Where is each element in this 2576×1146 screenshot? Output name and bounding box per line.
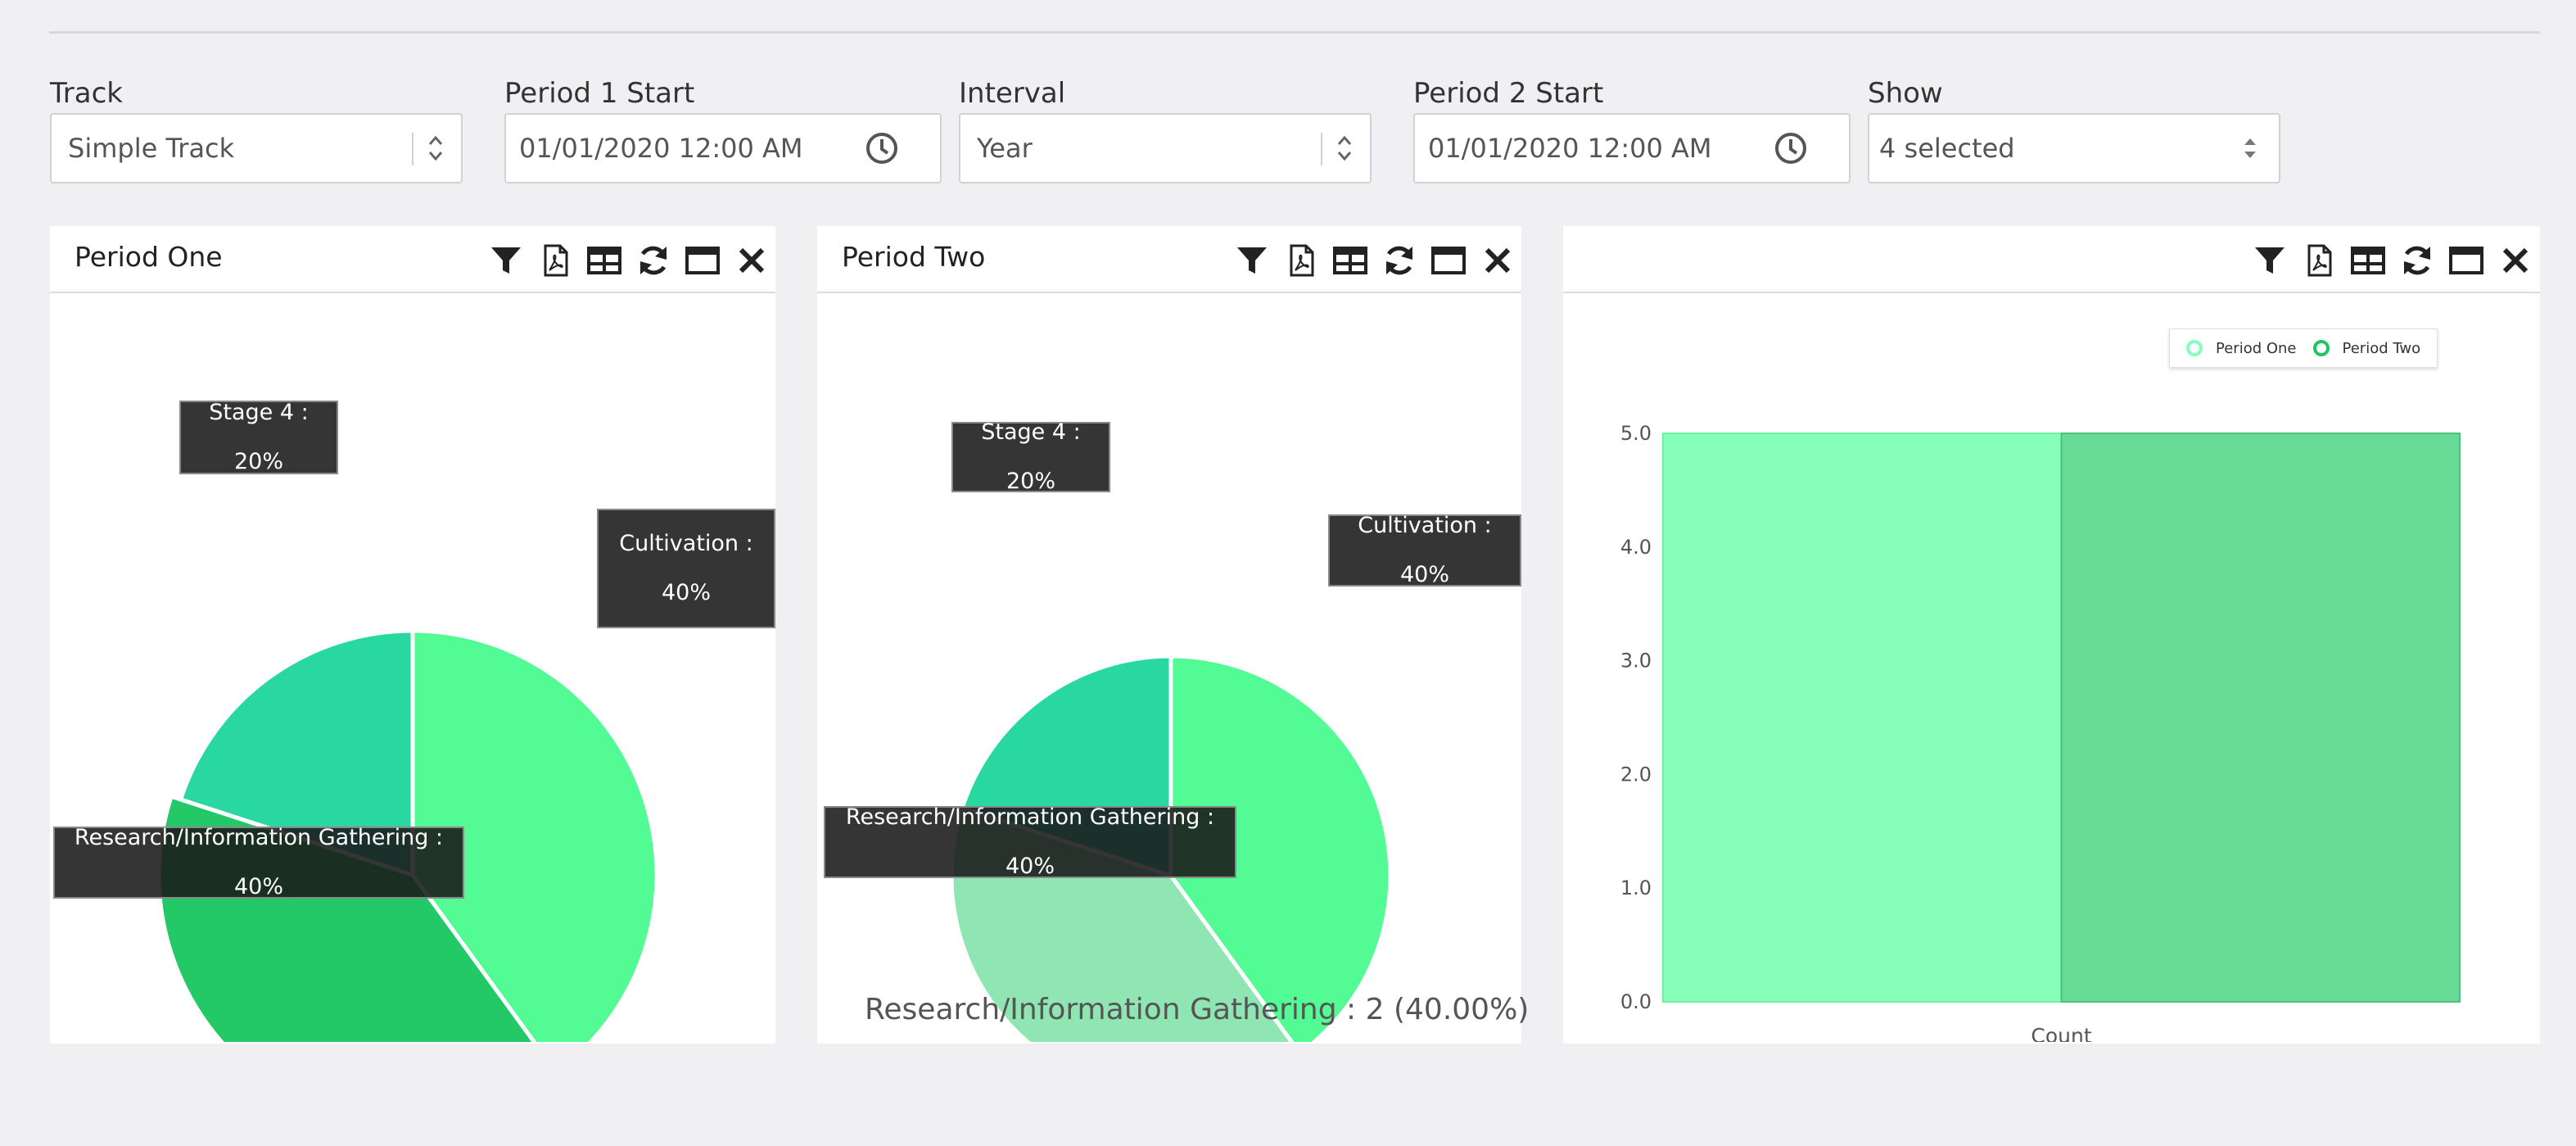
filter-icon[interactable] <box>2251 242 2289 279</box>
panel-toolbar <box>2251 242 2534 279</box>
show-multiselect[interactable]: 4 selected <box>1868 113 2280 183</box>
panel-toolbar <box>487 242 771 279</box>
legend-marker-icon <box>2312 340 2330 356</box>
close-icon[interactable] <box>2497 242 2534 279</box>
select-separator <box>1321 133 1322 165</box>
tooltip-text: Stage 4 : 20% <box>209 400 309 474</box>
maximize-icon[interactable] <box>1430 242 1467 279</box>
y-tick-label: 4.0 <box>1620 536 1652 559</box>
tooltip-stage4: Stage 4 : 20% <box>951 419 1110 494</box>
updown-arrows-icon <box>1337 135 1352 161</box>
tooltip-cultivation: Cultivation : 40% <box>1328 513 1521 587</box>
tooltip-text: 40% <box>661 580 711 605</box>
filter-icon[interactable] <box>487 242 525 279</box>
tooltip-text: Cultivation : 40% <box>1358 513 1492 587</box>
refresh-icon[interactable] <box>2398 242 2436 279</box>
legend-item[interactable]: Period One <box>2186 340 2297 357</box>
pdf-icon[interactable] <box>1282 242 1320 279</box>
close-icon[interactable] <box>1479 242 1516 279</box>
refresh-icon[interactable] <box>635 242 672 279</box>
period1-filter: Period 1 Start 01/01/2020 12:00 AM <box>504 75 942 183</box>
maximize-icon[interactable] <box>684 242 721 279</box>
track-select[interactable]: Simple Track <box>50 113 463 183</box>
period2-filter: Period 2 Start 01/01/2020 12:00 AM <box>1413 75 1851 183</box>
tooltip-text: Stage 4 : 20% <box>981 419 1081 494</box>
panel-title: Period Two <box>842 241 986 273</box>
y-tick-label: 5.0 <box>1620 422 1652 445</box>
sort-caret-icon <box>2244 138 2256 158</box>
pie-chart <box>949 654 1393 1042</box>
pdf-icon[interactable] <box>536 242 574 279</box>
period2-value: 01/01/2020 12:00 AM <box>1428 133 1712 164</box>
updown-arrows-icon <box>428 135 443 161</box>
period2-datetime-input[interactable]: 01/01/2020 12:00 AM <box>1413 113 1851 183</box>
top-divider <box>49 31 2540 34</box>
clock-icon[interactable] <box>1772 129 1810 167</box>
interval-select[interactable]: Year <box>959 113 1372 183</box>
tooltip-text: Cultivation : <box>619 531 753 556</box>
tooltip-cultivation: Cultivation : 40% <box>597 509 775 628</box>
chart-legend: Period One Period Two <box>2169 328 2438 368</box>
y-tick-label: 3.0 <box>1620 650 1652 673</box>
x-tick-label: Count <box>2031 1024 2091 1042</box>
clock-icon[interactable] <box>863 129 901 167</box>
close-icon[interactable] <box>733 242 771 279</box>
table-icon[interactable] <box>585 242 623 279</box>
show-label: Show <box>1868 77 1943 110</box>
panel-toolbar <box>1233 242 1516 279</box>
legend-item[interactable]: Period Two <box>2312 339 2421 357</box>
show-value: 4 selected <box>1879 133 2015 164</box>
refresh-icon[interactable] <box>1381 242 1418 279</box>
tooltip-research: Research/Information Gathering : 40% <box>53 825 464 899</box>
y-tick-label: 1.0 <box>1620 876 1652 899</box>
interval-label: Interval <box>959 77 1066 110</box>
panel-title: Period One <box>75 241 223 273</box>
panel-header <box>1563 226 2540 293</box>
track-filter: Track Simple Track <box>50 75 463 183</box>
interval-filter: Interval Year <box>959 75 1372 183</box>
bar[interactable] <box>2060 433 2461 1003</box>
filter-icon[interactable] <box>1233 242 1271 279</box>
pie-chart <box>156 628 659 1042</box>
bar[interactable] <box>1662 433 2063 1003</box>
tooltip-text: Research/Information Gathering : 40% <box>74 825 444 899</box>
tooltip-stage4: Stage 4 : 20% <box>179 400 338 474</box>
bar-chart: 0.0 1.0 2.0 3.0 4.0 5.0 Count <box>1620 422 2461 1042</box>
table-icon[interactable] <box>2349 242 2387 279</box>
period1-datetime-input[interactable]: 01/01/2020 12:00 AM <box>504 113 942 183</box>
legend-label: Period Two <box>2342 339 2421 357</box>
period1-label: Period 1 Start <box>504 77 695 110</box>
legend-label: Period One <box>2216 339 2297 357</box>
tooltip-research: Research/Information Gathering : 40% <box>824 804 1236 879</box>
track-label: Track <box>50 77 123 110</box>
bar-chart-panel: 0.0 1.0 2.0 3.0 4.0 5.0 Count Period One Perio… <box>1563 226 2540 1044</box>
hover-caption: Research/Information Gathering : 2 (40.0… <box>865 993 1530 1026</box>
track-value: Simple Track <box>68 133 235 164</box>
y-tick-label: 2.0 <box>1620 763 1652 786</box>
maximize-icon[interactable] <box>2447 242 2485 279</box>
show-filter: Show 4 selected <box>1868 75 2280 183</box>
y-tick-label: 0.0 <box>1620 990 1652 1013</box>
legend-marker-icon <box>2186 340 2203 356</box>
tooltip-text: Research/Information Gathering : 40% <box>845 804 1215 879</box>
period2-label: Period 2 Start <box>1413 77 1604 110</box>
select-separator <box>412 133 414 165</box>
period1-value: 01/01/2020 12:00 AM <box>519 133 803 164</box>
interval-value: Year <box>977 133 1033 164</box>
panel-header: Period One <box>50 226 775 293</box>
pdf-icon[interactable] <box>2300 242 2338 279</box>
table-icon[interactable] <box>1331 242 1369 279</box>
panel-header: Period Two <box>817 226 1521 293</box>
period-one-panel: Period One Stage 4 : 20% Cultivation : 4… <box>50 226 775 1044</box>
period-two-panel: Period Two Stage 4 : 20% Cultivation : 4… <box>817 226 1529 1044</box>
